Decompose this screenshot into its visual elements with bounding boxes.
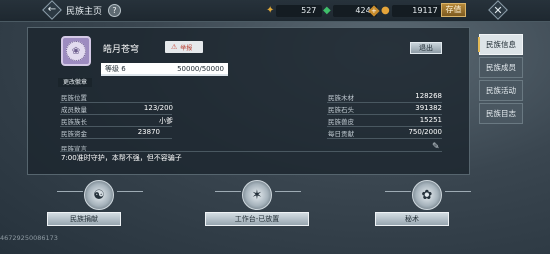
currency-gold-feather: ✦ 527 (266, 4, 323, 17)
donate-button[interactable]: 民族捐献 (47, 212, 121, 226)
emblem-crest-icon: ❀ (66, 41, 86, 61)
ornament-line (57, 191, 83, 192)
coin-icon: ● (381, 5, 390, 16)
stat-label: 民族木材 (328, 94, 354, 102)
report-label: 举报 (180, 44, 193, 52)
feature-card-workbench: ✶ 工作台-已放置 (205, 177, 315, 229)
tab-clan-log[interactable]: 民族目志 (479, 103, 523, 124)
currency-value: 527 (276, 4, 323, 17)
ornament-line (275, 191, 301, 192)
ornament-line (215, 191, 241, 192)
stat-value: 小爹 (159, 117, 173, 125)
secret-art-button[interactable]: 秘术 (375, 212, 449, 226)
tab-clan-activities[interactable]: 民族活动 (479, 80, 523, 101)
ornament-line (385, 191, 411, 192)
donate-emblem-icon: ☯ (84, 180, 114, 210)
tab-clan-members[interactable]: 民族成员 (479, 57, 523, 78)
ornament-line (445, 191, 471, 192)
change-emblem-button[interactable]: 更改徽章 (58, 78, 92, 87)
stat-value: 750/2000 (408, 128, 442, 136)
back-arrow-icon: ← (47, 4, 57, 15)
divider (327, 102, 442, 103)
stat-label: 民族位置 (61, 94, 87, 102)
divider (327, 126, 442, 127)
manifesto-text: 7:00准时守护，本帮不强，但不容骗子 (61, 154, 182, 162)
divider (327, 138, 442, 139)
divider (60, 114, 172, 115)
warning-icon: ⚠ (171, 43, 178, 51)
stat-label: 民族资金 (61, 130, 87, 138)
stat-value: 123/200 (143, 104, 173, 112)
divider (60, 126, 172, 127)
stat-label: 民族族长 (61, 118, 87, 126)
report-button[interactable]: ⚠ 举报 (165, 41, 203, 53)
stat-value: 128268 (415, 92, 442, 100)
jade-icon: ◆ (323, 5, 331, 16)
xp-progress-bar (101, 74, 228, 76)
level-label: 等级 6 (105, 64, 126, 73)
divider (327, 114, 442, 115)
currency-value: 19117 (391, 4, 444, 17)
divider (60, 138, 172, 139)
secret-art-emblem-icon: ✿ (412, 180, 442, 210)
ornament-line (117, 191, 143, 192)
divider (60, 102, 172, 103)
feature-card-secret-art: ✿ 秘术 (375, 177, 485, 229)
workbench-button[interactable]: 工作台-已放置 (205, 212, 309, 226)
clan-name: 皓月苍穹 (103, 45, 140, 55)
clan-info-panel: ❀ 更改徽章 皓月苍穹 ⚠ 举报 等级 6 50000/50000 退出 民族位… (27, 27, 470, 175)
currency-coin: + ● 19117 (368, 4, 444, 17)
xp-progress-fill (101, 74, 228, 76)
stat-value: 23870 (137, 128, 160, 136)
clan-emblem[interactable]: ❀ (61, 36, 91, 66)
stat-value: 391382 (415, 104, 442, 112)
gold-feather-icon: ✦ (266, 5, 275, 16)
help-button[interactable]: ? (108, 4, 121, 17)
workbench-emblem-icon: ✶ (242, 180, 272, 210)
tab-clan-info[interactable]: 民族信息 (478, 34, 523, 55)
stat-label: 每日贡献 (328, 130, 354, 138)
stat-value: 15251 (419, 116, 442, 124)
back-button[interactable]: ← (42, 0, 62, 20)
clan-level: 等级 6 50000/50000 (101, 63, 228, 74)
top-bar: ← 民族主页 ? ✦ 527 ◆ 424 + ● 19117 存值 ✕ (0, 0, 550, 22)
xp-text: 50000/50000 (177, 64, 224, 73)
stat-label: 民族兽皮 (328, 118, 354, 126)
page-title: 民族主页 (66, 7, 103, 17)
add-coin-button[interactable]: + (368, 4, 380, 17)
stat-label: 民族石头 (328, 106, 354, 114)
close-icon: ✕ (493, 3, 503, 17)
stat-label: 成员数量 (61, 106, 87, 114)
feature-card-donate: ☯ 民族捐献 (47, 177, 157, 229)
recharge-button[interactable]: 存值 (441, 3, 466, 17)
player-id: 46729250086173 (0, 234, 58, 242)
exit-clan-button[interactable]: 退出 (410, 42, 442, 54)
divider (60, 151, 442, 152)
close-button[interactable]: ✕ (488, 0, 508, 20)
